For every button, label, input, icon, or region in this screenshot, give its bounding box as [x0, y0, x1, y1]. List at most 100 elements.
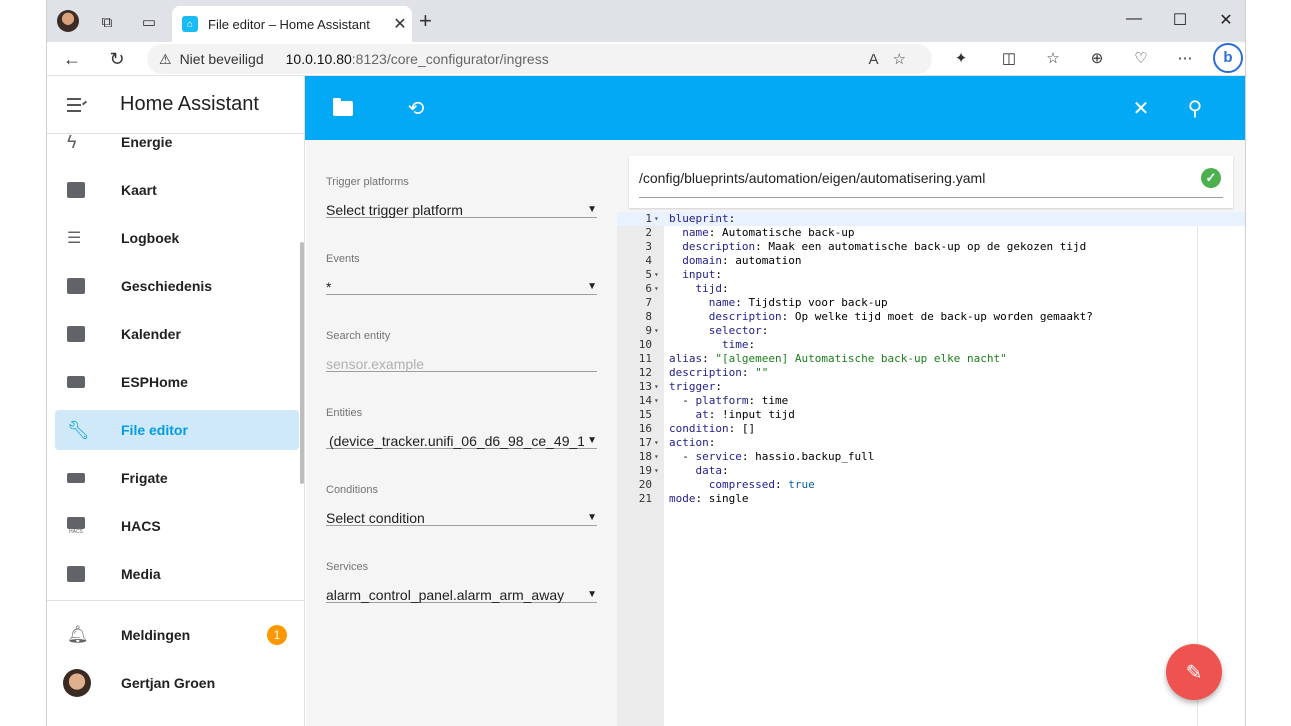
fold-arrow-icon[interactable]: ▾ [654, 436, 659, 450]
code-line[interactable]: 4 domain: automation [617, 254, 1197, 268]
dropdown-arrow-icon: ▼ [587, 281, 597, 292]
minimize-icon[interactable]: — [1119, 10, 1149, 28]
maximize-icon[interactable]: ☐ [1165, 10, 1195, 30]
code-line[interactable]: 20 compressed: true [617, 478, 1197, 492]
file-path-underline [639, 197, 1223, 198]
fold-arrow-icon[interactable]: ▾ [654, 282, 659, 296]
code-line[interactable]: 12 description: "" [617, 366, 1197, 380]
edit-fab-button[interactable]: ✎ [1166, 644, 1222, 700]
collections-toolbar-icon[interactable]: ⊕ [1085, 49, 1109, 67]
code-line[interactable]: 14 ▾ - platform: time [617, 394, 1197, 408]
read-aloud-and-favorite-icons[interactable]: A☆ [869, 50, 920, 68]
code-line[interactable]: 18 ▾ - service: hassio.backup_full [617, 450, 1197, 464]
line-number: 21 [638, 492, 652, 505]
sidebar-item-energie[interactable]: ϟ Energie [55, 134, 299, 162]
user-name: Gertjan Groen [121, 675, 216, 691]
sidebar-item-profile[interactable]: Gertjan Groen [55, 663, 299, 703]
close-window-icon[interactable]: ✕ [1211, 10, 1241, 30]
code-line[interactable]: 2 name: Automatische back-up [617, 226, 1197, 240]
sidebar-item-file-editor[interactable]: 🔧︎ File editor [55, 410, 299, 450]
profile-avatar[interactable] [57, 10, 79, 32]
collections-icon[interactable]: ⧉ [93, 8, 121, 36]
code-line[interactable]: 7 name: Tijdstip voor back-up [617, 296, 1197, 310]
fold-arrow-icon[interactable]: ▾ [654, 380, 659, 394]
saved-check-icon: ✓ [1201, 168, 1221, 188]
chart-icon [55, 278, 99, 294]
back-icon[interactable]: ← [59, 46, 85, 72]
fold-arrow-icon[interactable]: ▾ [654, 450, 659, 464]
close-icon[interactable]: ✕ [1129, 96, 1153, 120]
menu-collapse-icon[interactable] [67, 97, 88, 112]
line-number: 1 [645, 212, 652, 225]
bing-copilot-icon[interactable]: b [1213, 43, 1243, 73]
sidebar-item-frigate[interactable]: Frigate [55, 458, 299, 498]
wrench-icon: 🔧︎ [67, 419, 90, 440]
code-line[interactable]: 15 at: !input tijd [617, 408, 1197, 422]
code-line[interactable]: 13 ▾ trigger: [617, 380, 1197, 394]
sidebar-item-label: Meldingen [121, 627, 191, 643]
file-path[interactable]: /config/blueprints/automation/eigen/auto… [639, 170, 985, 186]
new-tab-icon[interactable]: + [419, 10, 432, 32]
code-line[interactable]: 10 time: [617, 338, 1197, 352]
url-field[interactable]: ⚠ Niet beveiligd 10.0.10.80 :8123/core_c… [147, 44, 932, 74]
sidebar-item-label: Frigate [121, 470, 168, 486]
line-number: 11 [638, 352, 652, 365]
conditions-select[interactable]: Conditions Select condition ▼ [326, 462, 597, 526]
sidebar-item-meldingen[interactable]: 🔔︎ Meldingen 1 [55, 615, 299, 655]
line-number: 16 [638, 422, 652, 435]
active-tab[interactable]: ⌂ File editor – Home Assistant ✕ [172, 6, 412, 42]
code-line[interactable]: 17 ▾ action: [617, 436, 1197, 450]
entities-select[interactable]: Entities (device_tracker.unifi_06_d6_98_… [326, 385, 597, 449]
trigger-platforms-select[interactable]: Trigger platforms Select trigger platfor… [326, 154, 597, 218]
code-line[interactable]: 5 ▾ input: [617, 268, 1197, 282]
code-line[interactable]: 3 description: Maak een automatische bac… [617, 240, 1197, 254]
services-select[interactable]: Services alarm_control_panel.alarm_arm_a… [326, 539, 597, 603]
browser-essentials-icon[interactable]: ♡ [1129, 49, 1153, 67]
search-icon[interactable]: ⚲ [1183, 96, 1207, 120]
sidebar-item-esphome[interactable]: ESPHome [55, 362, 299, 402]
sidebar-item-media[interactable]: Media [55, 554, 299, 594]
events-select[interactable]: Events * ▼ [326, 231, 597, 295]
sidebar-scrollbar[interactable] [300, 242, 304, 484]
code-line[interactable]: 8 description: Op welke tijd moet de bac… [617, 310, 1197, 324]
field-label: Conditions [326, 484, 378, 496]
fold-arrow-icon[interactable]: ▾ [654, 394, 659, 408]
calendar-icon [55, 326, 99, 342]
sidebar-item-geschiedenis[interactable]: Geschiedenis [55, 266, 299, 306]
code-line[interactable]: 9 ▾ selector: [617, 324, 1197, 338]
folder-icon[interactable] [331, 96, 355, 120]
tab-close-icon[interactable]: ✕ [388, 14, 412, 34]
search-entity-input[interactable]: Search entity sensor.example [326, 308, 597, 372]
code-line[interactable]: 1 ▾ blueprint: [617, 212, 1245, 226]
sidebar-item-hacs[interactable]: HACS HACS [55, 506, 299, 546]
favorites-icon[interactable]: ☆ [1041, 49, 1065, 67]
sidebar-item-kalender[interactable]: Kalender [55, 314, 299, 354]
refresh-icon[interactable]: ↻ [104, 46, 130, 72]
code-editor[interactable]: 1 ▾ blueprint: 2 name: Automatische back-up… [617, 212, 1245, 726]
history-icon[interactable]: ⟲ [404, 96, 428, 120]
field-value: (device_tracker.unifi_06_d6_98_ce_49_1… [329, 433, 584, 449]
fold-arrow-icon[interactable]: ▾ [654, 464, 659, 478]
split-screen-icon[interactable]: ◫ [997, 49, 1021, 67]
code-line[interactable]: 6 ▾ tijd: [617, 282, 1197, 296]
code-text: - service: hassio.backup_full [669, 450, 875, 463]
vertical-tabs-icon[interactable]: ▭ [135, 8, 163, 36]
field-label: Entities [326, 407, 363, 419]
fold-arrow-icon[interactable]: ▾ [654, 212, 659, 226]
line-number: 2 [645, 226, 652, 239]
code-text: at: !input tijd [695, 408, 795, 421]
code-text: - platform: time [669, 394, 789, 407]
sidebar-item-logboek[interactable]: ☰ Logboek [55, 218, 299, 258]
code-line[interactable]: 21 mode: single [617, 492, 1197, 506]
code-line[interactable]: 16 condition: [] [617, 422, 1197, 436]
fold-arrow-icon[interactable]: ▾ [654, 268, 659, 282]
sidebar-item-kaart[interactable]: Kaart [55, 170, 299, 210]
fold-arrow-icon[interactable]: ▾ [654, 324, 659, 338]
map-icon [55, 182, 99, 198]
sidebar-item-label: Kalender [121, 326, 181, 342]
extensions-icon[interactable]: ✦ [949, 49, 973, 67]
code-line[interactable]: 11 alias: "[algemeen] Automatische back-u… [617, 352, 1197, 366]
field-label: Events [326, 253, 360, 265]
code-line[interactable]: 19 ▾ data: [617, 464, 1197, 478]
more-menu-icon[interactable]: ⋯ [1173, 49, 1197, 67]
